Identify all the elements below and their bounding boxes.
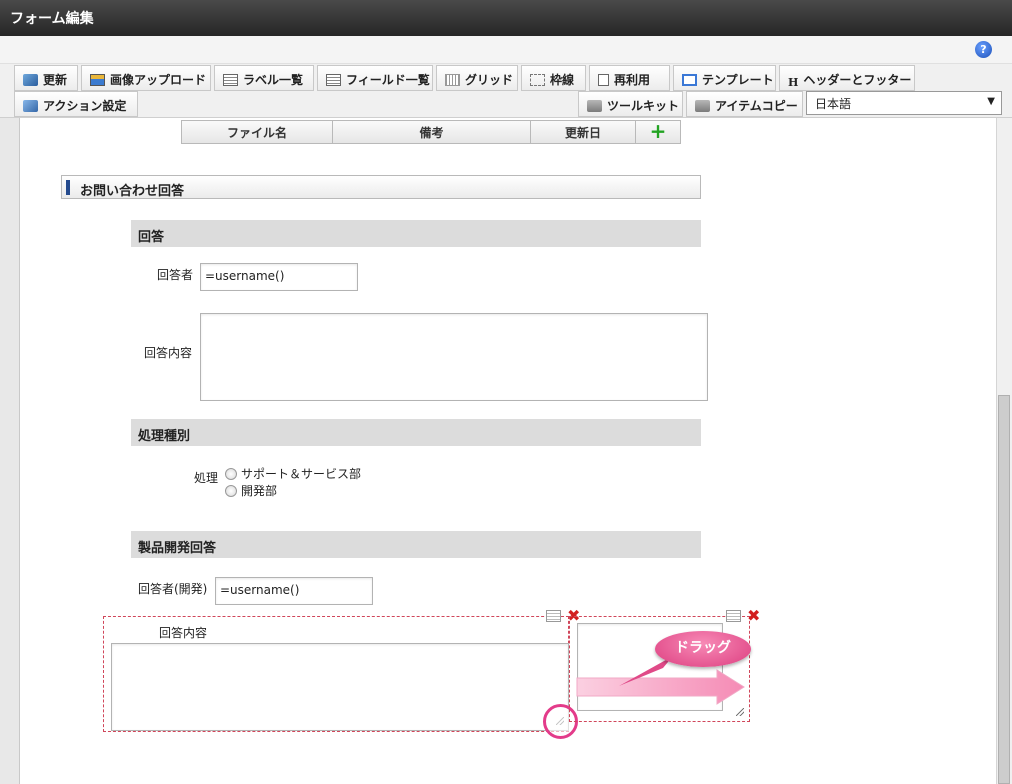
processing-label: 処理 [194, 471, 219, 485]
processing-header: 処理種別 [131, 419, 701, 446]
header-footer-button[interactable]: H ヘッダーとフッター [779, 65, 915, 91]
radio-icon [225, 485, 237, 497]
language-select[interactable]: 日本語 ▼ [806, 91, 1002, 115]
label-list-icon [223, 74, 238, 86]
section-title: お問い合わせ回答 [61, 175, 701, 199]
drag-callout: ドラッグ [655, 631, 751, 667]
template-button[interactable]: テンプレート [673, 65, 776, 91]
file-table-header: ファイル名 備考 更新日 + [181, 120, 681, 144]
file-name-header: ファイル名 [182, 121, 333, 143]
dev-content-label: 回答内容 [159, 626, 208, 640]
left-frame [0, 118, 20, 784]
remarks-header: 備考 [333, 121, 531, 143]
label-list-button[interactable]: ラベル一覧 [214, 65, 314, 91]
answer-header: 回答 [131, 220, 701, 247]
dev-answer-header: 製品開発回答 [131, 531, 701, 558]
field-list-button[interactable]: フィールド一覧 [317, 65, 433, 91]
chevron-down-icon: ▼ [987, 96, 995, 107]
toolkit-button[interactable]: ツールキット [578, 91, 683, 117]
item-property-icon[interactable] [546, 610, 561, 622]
radio-icon [225, 468, 237, 480]
section-bar [66, 180, 70, 195]
updated-date-header: 更新日 [531, 121, 636, 143]
dev-respondent-label: 回答者(開発) [138, 582, 208, 596]
preview-delete-icon: ✖ [747, 606, 761, 625]
radio-development[interactable]: 開発部 [225, 482, 277, 499]
help-icon[interactable]: ? [975, 41, 992, 58]
radio-support[interactable]: サポート＆サービス部 [225, 465, 361, 482]
respondent-input[interactable]: =username() [200, 263, 358, 291]
item-copy-icon [695, 100, 710, 112]
scrollbar-thumb[interactable] [998, 395, 1010, 784]
answer-content-label: 回答内容 [144, 346, 193, 360]
refresh-button[interactable]: 更新 [14, 65, 78, 91]
action-settings-button[interactable]: アクション設定 [14, 91, 138, 117]
header-footer-icon: H [788, 76, 799, 89]
field-list-icon [326, 74, 341, 86]
border-icon [530, 74, 545, 86]
dev-respondent-input[interactable]: =username() [215, 577, 373, 605]
respondent-label: 回答者 [157, 268, 194, 282]
toolkit-icon [587, 100, 602, 112]
reuse-icon [598, 74, 609, 86]
action-settings-icon [23, 100, 38, 112]
refresh-icon [23, 74, 38, 86]
dev-content-textarea[interactable] [111, 643, 569, 731]
reuse-button[interactable]: 再利用 [589, 65, 670, 91]
image-upload-button[interactable]: 画像アップロード [81, 65, 211, 91]
preview-property-icon [726, 610, 741, 622]
add-file-icon[interactable]: + [636, 121, 680, 143]
top-strip [0, 36, 1012, 64]
answer-content-textarea[interactable] [200, 313, 708, 401]
grid-button[interactable]: グリッド [436, 65, 518, 91]
grid-icon [445, 74, 460, 86]
template-icon [682, 74, 697, 86]
border-button[interactable]: 枠線 [521, 65, 586, 91]
window-title: フォーム編集 [0, 0, 1012, 36]
image-upload-icon [90, 74, 105, 86]
item-copy-button[interactable]: アイテムコピー [686, 91, 803, 117]
preview-resize-handle-icon [736, 708, 744, 716]
